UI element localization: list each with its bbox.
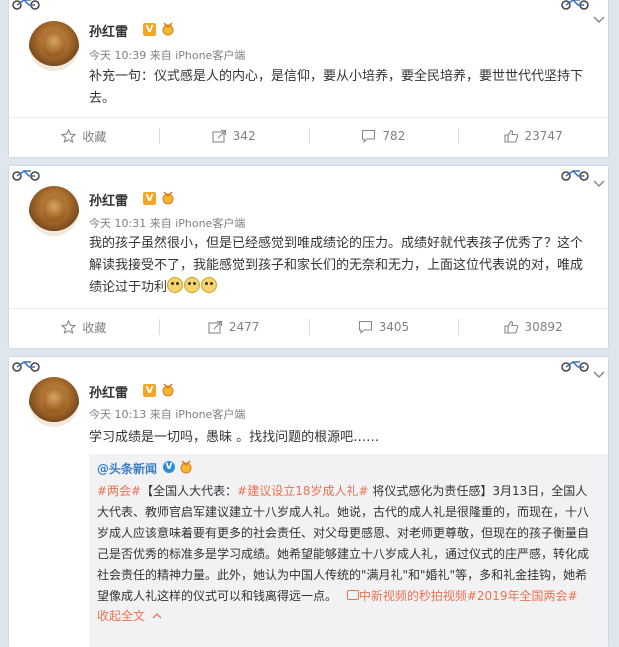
member-medal-icon: [180, 460, 192, 474]
author-name[interactable]: 孙红雷: [89, 190, 128, 209]
post-text: 补充一句：仪式感是人的内心，是信仰，要从小培养，要全民培养，要世世代代坚持下去。: [89, 69, 584, 106]
favorite-button[interactable]: 收藏: [9, 309, 159, 345]
verified-badge-icon: V: [143, 23, 156, 36]
favorite-button[interactable]: 收藏: [9, 118, 159, 154]
post-source: 来自 iPhone客户端: [149, 49, 246, 62]
share-icon: [212, 129, 226, 143]
retweet-author[interactable]: @头条新闻: [97, 460, 157, 477]
author-name[interactable]: 孙红雷: [89, 21, 128, 40]
thumbs-up-icon: [503, 320, 518, 334]
post-time[interactable]: 今天 10:31: [89, 217, 146, 230]
post-time[interactable]: 今天 10:13: [89, 408, 146, 421]
emoji-icon: [184, 277, 201, 293]
avatar[interactable]: [29, 186, 79, 236]
post-text: 学习成绩是一切吗，愚昧 。找找问题的根源吧……: [89, 430, 380, 445]
bike-decoration-icon: [11, 168, 41, 181]
bike-decoration-icon: [560, 168, 590, 181]
author-name[interactable]: 孙红雷: [89, 382, 128, 401]
comment-button[interactable]: 3405: [308, 309, 459, 345]
thumbs-up-icon: [503, 129, 518, 143]
member-medal-icon: [162, 383, 174, 397]
retweet-box: @头条新闻 V #两会#【全国人大代表：#建议设立18岁成人礼# 将仪式感化为责…: [89, 454, 608, 647]
bike-decoration-icon: [11, 359, 41, 372]
verified-badge-icon: V: [143, 384, 156, 397]
repost-button[interactable]: 342: [158, 118, 309, 154]
like-button[interactable]: 30892: [458, 309, 608, 345]
post-actions: 收藏 2477 3405 30892: [9, 309, 608, 345]
collapse-link[interactable]: 收起全文: [97, 607, 162, 624]
post-meta: 今天 10:31 来自 iPhone客户端: [89, 215, 245, 231]
verified-badge-icon: V: [143, 192, 156, 205]
post-meta: 今天 10:13 来自 iPhone客户端: [89, 406, 245, 422]
bike-decoration-icon: [560, 359, 590, 372]
verified-badge-icon: V: [163, 461, 175, 473]
chevron-up-icon: [152, 613, 162, 619]
retweet-text: #两会#【全国人大代表：#建议设立18岁成人礼# 将仪式感化为责任感】3月13日…: [97, 484, 590, 603]
star-icon: [61, 320, 77, 334]
weibo-card: 孙红雷 V 今天 10:31 来自 iPhone客户端 我的孩子虽然很小，但是已…: [9, 166, 608, 348]
chevron-down-icon[interactable]: [593, 178, 605, 188]
like-button[interactable]: 23747: [458, 118, 608, 154]
avatar[interactable]: [29, 377, 79, 427]
chevron-down-icon[interactable]: [593, 369, 605, 379]
member-medal-icon: [162, 191, 174, 205]
bike-decoration-icon: [560, 0, 590, 10]
post-text: 我的孩子虽然很小，但是已经感觉到唯成绩论的压力。成绩好就代表孩子优秀了？这个解读…: [89, 233, 594, 299]
post-source: 来自 iPhone客户端: [149, 408, 246, 421]
video-link[interactable]: 中新视频的秒拍视频: [359, 589, 467, 603]
avatar[interactable]: [29, 21, 79, 71]
comment-button[interactable]: 782: [308, 118, 459, 154]
comment-icon: [362, 129, 376, 143]
video-link-icon: [346, 590, 359, 600]
weibo-card: 孙红雷 V 今天 10:13 来自 iPhone客户端 学习成绩是一切吗，愚昧 …: [9, 357, 608, 647]
star-icon: [61, 129, 77, 143]
member-medal-icon: [162, 22, 174, 36]
emoji-icon: [167, 277, 184, 293]
post-source: 来自 iPhone客户端: [149, 217, 246, 230]
post-text-content: 我的孩子虽然很小，但是已经感觉到唯成绩论的压力。成绩好就代表孩子优秀了？这个解读…: [89, 236, 584, 295]
bike-decoration-icon: [11, 0, 41, 10]
repost-button[interactable]: 2477: [158, 309, 309, 345]
chevron-down-icon[interactable]: [593, 14, 605, 24]
hashtag-link[interactable]: #2019年全国两会#: [467, 589, 578, 603]
hashtag-link[interactable]: #两会#: [97, 484, 141, 498]
post-meta: 今天 10:39 来自 iPhone客户端: [89, 47, 245, 63]
emoji-icon: [201, 277, 218, 293]
share-icon: [208, 320, 222, 334]
hashtag-link[interactable]: #建议设立18岁成人礼#: [237, 484, 368, 498]
post-time[interactable]: 今天 10:39: [89, 49, 146, 62]
post-actions: 收藏 342 782 23747: [9, 118, 608, 154]
weibo-card: 孙红雷 V 今天 10:39 来自 iPhone客户端 补充一句：仪式感是人的内…: [9, 0, 608, 157]
comment-icon: [358, 320, 372, 334]
